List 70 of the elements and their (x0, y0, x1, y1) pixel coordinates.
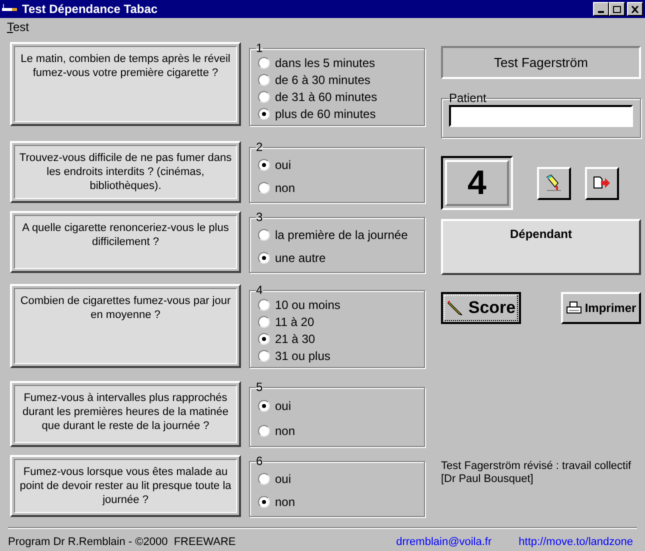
option-label: plus de 60 minutes (275, 106, 376, 122)
option-label: oui (275, 470, 292, 488)
option-label: oui (275, 398, 292, 415)
test-name-panel: Test Fagerström (441, 46, 641, 79)
cigarette-icon (2, 4, 18, 14)
radio-button[interactable] (258, 74, 270, 86)
question-number: 5 (256, 381, 263, 393)
maximize-icon (613, 6, 621, 12)
question-text: Trouvez-vous difficile de ne pas fumer dans les endroits interdits ? (cinémas, bibliothèques). (18, 151, 233, 193)
radio-button[interactable] (258, 400, 270, 412)
option-label: la première de la journée (275, 226, 408, 244)
question-number: 1 (256, 42, 263, 54)
radio-button[interactable] (258, 252, 270, 264)
question-text: A quelle cigarette renonceriez-vous le plus difficilement ? (21, 221, 230, 249)
option-label: une autre (275, 250, 326, 268)
option-label: oui (275, 156, 292, 174)
credit-text: [Dr Paul Bousquet] (441, 473, 534, 486)
clear-button[interactable] (537, 166, 571, 200)
question-text: Combien de cigarettes fumez-vous par jour en moyenne ? (19, 294, 232, 322)
exit-arrow-icon (593, 176, 611, 190)
option-label: 31 ou plus (275, 348, 330, 364)
option-label: de 31 à 60 minutes (275, 88, 378, 106)
option-label: non (275, 494, 296, 512)
print-button[interactable]: Imprimer (561, 292, 641, 324)
radio-button[interactable] (258, 158, 270, 171)
website-link[interactable]: http://move.to/landzone (518, 534, 633, 550)
brush-icon (545, 174, 563, 192)
option-label: non (275, 423, 296, 440)
option-label: de 6 à 30 minutes (275, 72, 370, 88)
radio-button[interactable] (258, 425, 270, 438)
footer-text: Program Dr R.Remblain - ©2000 FREEWARE (8, 534, 237, 550)
credit-text: Test Fagerström révisé : travail collectif (441, 460, 632, 473)
option-label: 21 à 30 (275, 330, 316, 348)
pencil-icon (446, 299, 464, 317)
minimize-button[interactable] (593, 2, 609, 16)
question-text: Fumez-vous à intervalles plus rapprochés durant les premières heures de la matinée que durant le reste de la journée ? (21, 391, 230, 433)
menu-item[interactable]: Test (7, 18, 30, 36)
window-title: Test Dépendance Tabac (22, 1, 159, 18)
maximize-button[interactable] (609, 2, 625, 16)
email-link[interactable]: drremblain@voila.fr (396, 534, 492, 550)
radio-button[interactable] (258, 472, 270, 485)
result-panel: Dépendant (441, 219, 641, 275)
question-number: 3 (256, 211, 263, 223)
question-text: Fumez-vous lorsque vous êtes malade au point de devoir rester au lit presque toute la journée ? (18, 465, 232, 507)
option-label: non (275, 180, 296, 198)
radio-button[interactable] (258, 56, 270, 68)
exit-button[interactable] (585, 166, 619, 200)
patient-field[interactable] (449, 105, 633, 127)
radio-button[interactable] (258, 316, 270, 328)
question-number: 2 (256, 141, 263, 153)
radio-button[interactable] (258, 228, 270, 241)
patient-label: Patient (449, 92, 486, 104)
radio-button[interactable] (258, 350, 270, 362)
question-text: Le matin, combien de temps après le réveil fumez-vous votre première cigarette ? (20, 52, 232, 80)
radio-button[interactable] (258, 108, 270, 120)
score-button[interactable]: Score (441, 292, 521, 324)
option-label: 11 à 20 (275, 314, 314, 330)
printer-icon (566, 301, 582, 315)
radio-button[interactable] (258, 182, 270, 194)
radio-button[interactable] (258, 496, 270, 508)
option-label: 10 ou moins (275, 296, 340, 314)
radio-button[interactable] (258, 298, 270, 310)
close-button[interactable] (627, 2, 643, 16)
option-label: dans les 5 minutes (275, 54, 376, 72)
close-icon (631, 6, 639, 12)
question-number: 6 (256, 455, 263, 467)
radio-button[interactable] (258, 90, 270, 102)
radio-button[interactable] (258, 332, 270, 344)
question-number: 4 (256, 284, 263, 296)
score-display: 4 (441, 156, 513, 210)
